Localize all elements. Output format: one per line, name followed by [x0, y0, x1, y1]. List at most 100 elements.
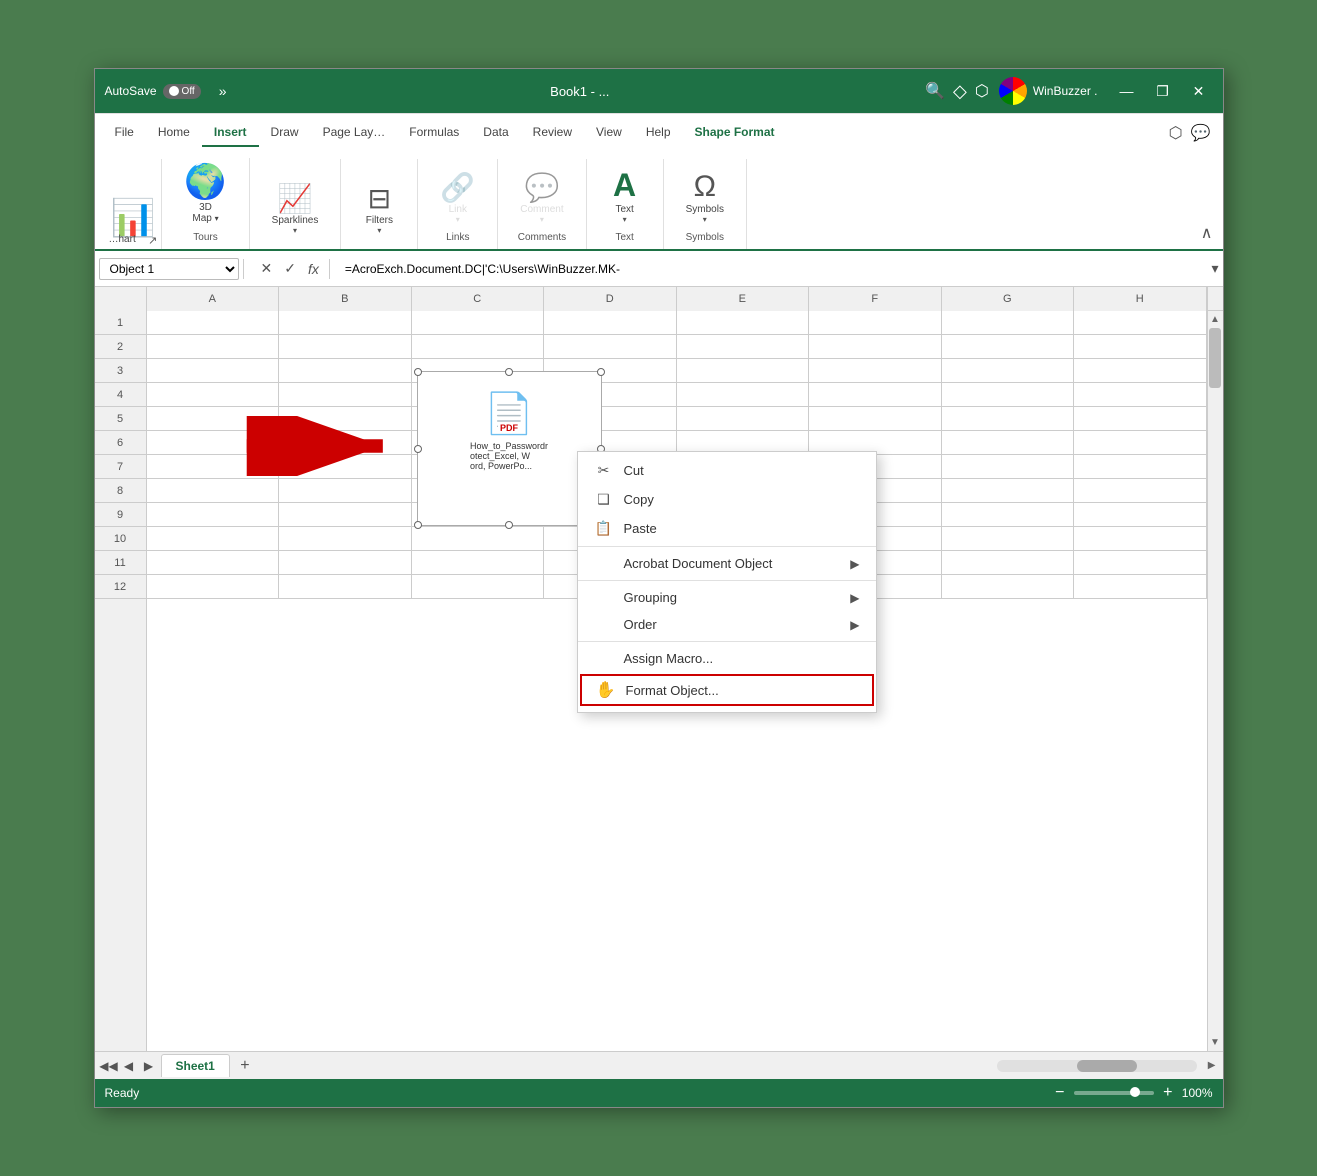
cell-h9[interactable]	[1074, 503, 1207, 527]
cell-c2[interactable]	[412, 335, 545, 359]
cell-g8[interactable]	[942, 479, 1075, 503]
resize-handle-ml[interactable]	[414, 445, 422, 453]
cell-e5[interactable]	[677, 407, 810, 431]
minimize-btn[interactable]: —	[1113, 77, 1141, 105]
col-header-g[interactable]: G	[942, 287, 1075, 311]
cell-a5[interactable]	[147, 407, 280, 431]
more-options-btn[interactable]: »	[219, 83, 227, 99]
hscroll-right-btn[interactable]: ▶	[1205, 1057, 1219, 1074]
zoom-slider[interactable]	[1074, 1091, 1154, 1095]
text-btn[interactable]: A Text ▾	[603, 163, 647, 228]
cell-e2[interactable]	[677, 335, 810, 359]
cell-g3[interactable]	[942, 359, 1075, 383]
tab-home[interactable]: Home	[146, 119, 202, 147]
cell-b4[interactable]	[279, 383, 412, 407]
row-num-12[interactable]: 12	[95, 575, 146, 599]
cell-a12[interactable]	[147, 575, 280, 599]
cell-g9[interactable]	[942, 503, 1075, 527]
map3d-btn[interactable]: 🌍 3D Map ▾	[178, 158, 232, 228]
cell-a7[interactable]	[147, 455, 280, 479]
cell-d1[interactable]	[544, 311, 677, 335]
comments-btn[interactable]: 💬 Comment ▾	[514, 167, 569, 228]
resize-handle-tr[interactable]	[597, 368, 605, 376]
autosave-toggle[interactable]: Off	[163, 84, 201, 99]
restore-btn[interactable]: ❐	[1149, 77, 1177, 105]
row-num-10[interactable]: 10	[95, 527, 146, 551]
cell-f5[interactable]	[809, 407, 942, 431]
row-num-4[interactable]: 4	[95, 383, 146, 407]
cell-e4[interactable]	[677, 383, 810, 407]
cancel-formula-btn[interactable]: ✕	[255, 258, 279, 279]
chart-corner-btn[interactable]: ↗	[148, 234, 157, 247]
cell-b5[interactable]	[279, 407, 412, 431]
links-btn[interactable]: 🔗 Link ▾	[434, 167, 481, 228]
scroll-thumb-v[interactable]	[1209, 328, 1221, 388]
ctx-assignmacro[interactable]: Assign Macro...	[578, 645, 876, 672]
cell-h4[interactable]	[1074, 383, 1207, 407]
cell-h11[interactable]	[1074, 551, 1207, 575]
cell-h12[interactable]	[1074, 575, 1207, 599]
sheet-nav-next[interactable]: ▶	[139, 1056, 159, 1076]
cell-g5[interactable]	[942, 407, 1075, 431]
cell-f4[interactable]	[809, 383, 942, 407]
tab-help[interactable]: Help	[634, 119, 683, 147]
cell-a1[interactable]	[147, 311, 280, 335]
cell-b6[interactable]	[279, 431, 412, 455]
cell-a8[interactable]	[147, 479, 280, 503]
cell-b2[interactable]	[279, 335, 412, 359]
col-header-e[interactable]: E	[677, 287, 810, 311]
cell-a2[interactable]	[147, 335, 280, 359]
cell-c10[interactable]	[412, 527, 545, 551]
tab-draw[interactable]: Draw	[259, 119, 311, 147]
zoom-plus-btn[interactable]: +	[1158, 1083, 1178, 1103]
tab-shapeformat[interactable]: Shape Format	[683, 119, 787, 147]
ctx-cut[interactable]: ✂ Cut	[578, 456, 876, 485]
pdf-object[interactable]: 📄 PDF How_to_Passwordrotect_Excel, Word,…	[417, 371, 602, 526]
tab-view[interactable]: View	[584, 119, 634, 147]
scroll-up-btn[interactable]: ▲	[1207, 311, 1222, 328]
cell-g10[interactable]	[942, 527, 1075, 551]
cell-a6[interactable]	[147, 431, 280, 455]
row-num-9[interactable]: 9	[95, 503, 146, 527]
col-header-c[interactable]: C	[412, 287, 545, 311]
tab-data[interactable]: Data	[471, 119, 520, 147]
row-num-2[interactable]: 2	[95, 335, 146, 359]
cell-d2[interactable]	[544, 335, 677, 359]
filters-btn[interactable]: ⊟ Filters ▾	[357, 178, 401, 239]
cell-b3[interactable]	[279, 359, 412, 383]
cell-e1[interactable]	[677, 311, 810, 335]
comment-ribbon-icon[interactable]: 💬	[1191, 123, 1211, 143]
cell-f1[interactable]	[809, 311, 942, 335]
resize-handle-bm[interactable]	[505, 521, 513, 529]
cell-a11[interactable]	[147, 551, 280, 575]
ctx-copy[interactable]: ❑ Copy	[578, 485, 876, 514]
col-header-d[interactable]: D	[544, 287, 677, 311]
row-num-7[interactable]: 7	[95, 455, 146, 479]
scrollbar-vertical[interactable]: ▲ ▼	[1207, 311, 1223, 1051]
resize-handle-bl[interactable]	[414, 521, 422, 529]
cell-a3[interactable]	[147, 359, 280, 383]
row-num-11[interactable]: 11	[95, 551, 146, 575]
cell-c11[interactable]	[412, 551, 545, 575]
horizontal-scrollbar[interactable]	[997, 1060, 1197, 1072]
cell-a9[interactable]	[147, 503, 280, 527]
sheet-tab-1[interactable]: Sheet1	[161, 1054, 230, 1077]
cell-g2[interactable]	[942, 335, 1075, 359]
sheet-nav-first[interactable]: ◀◀	[99, 1056, 119, 1076]
cell-b11[interactable]	[279, 551, 412, 575]
col-header-a[interactable]: A	[147, 287, 280, 311]
ctx-formatobject[interactable]: ✋ Format Object...	[580, 674, 874, 706]
cell-b9[interactable]	[279, 503, 412, 527]
row-num-6[interactable]: 6	[95, 431, 146, 455]
name-box[interactable]: Object 1	[99, 258, 239, 280]
tab-formulas[interactable]: Formulas	[397, 119, 471, 147]
formula-dropdown-btn[interactable]: ▾	[1211, 260, 1218, 277]
symbols-btn[interactable]: Ω Symbols ▾	[680, 166, 730, 228]
confirm-formula-btn[interactable]: ✓	[278, 258, 302, 279]
cell-g1[interactable]	[942, 311, 1075, 335]
share-ribbon-icon[interactable]: ⬡	[1169, 123, 1183, 143]
cell-h7[interactable]	[1074, 455, 1207, 479]
cell-h10[interactable]	[1074, 527, 1207, 551]
search-icon[interactable]: 🔍	[925, 81, 945, 101]
tab-insert[interactable]: Insert	[202, 119, 259, 147]
